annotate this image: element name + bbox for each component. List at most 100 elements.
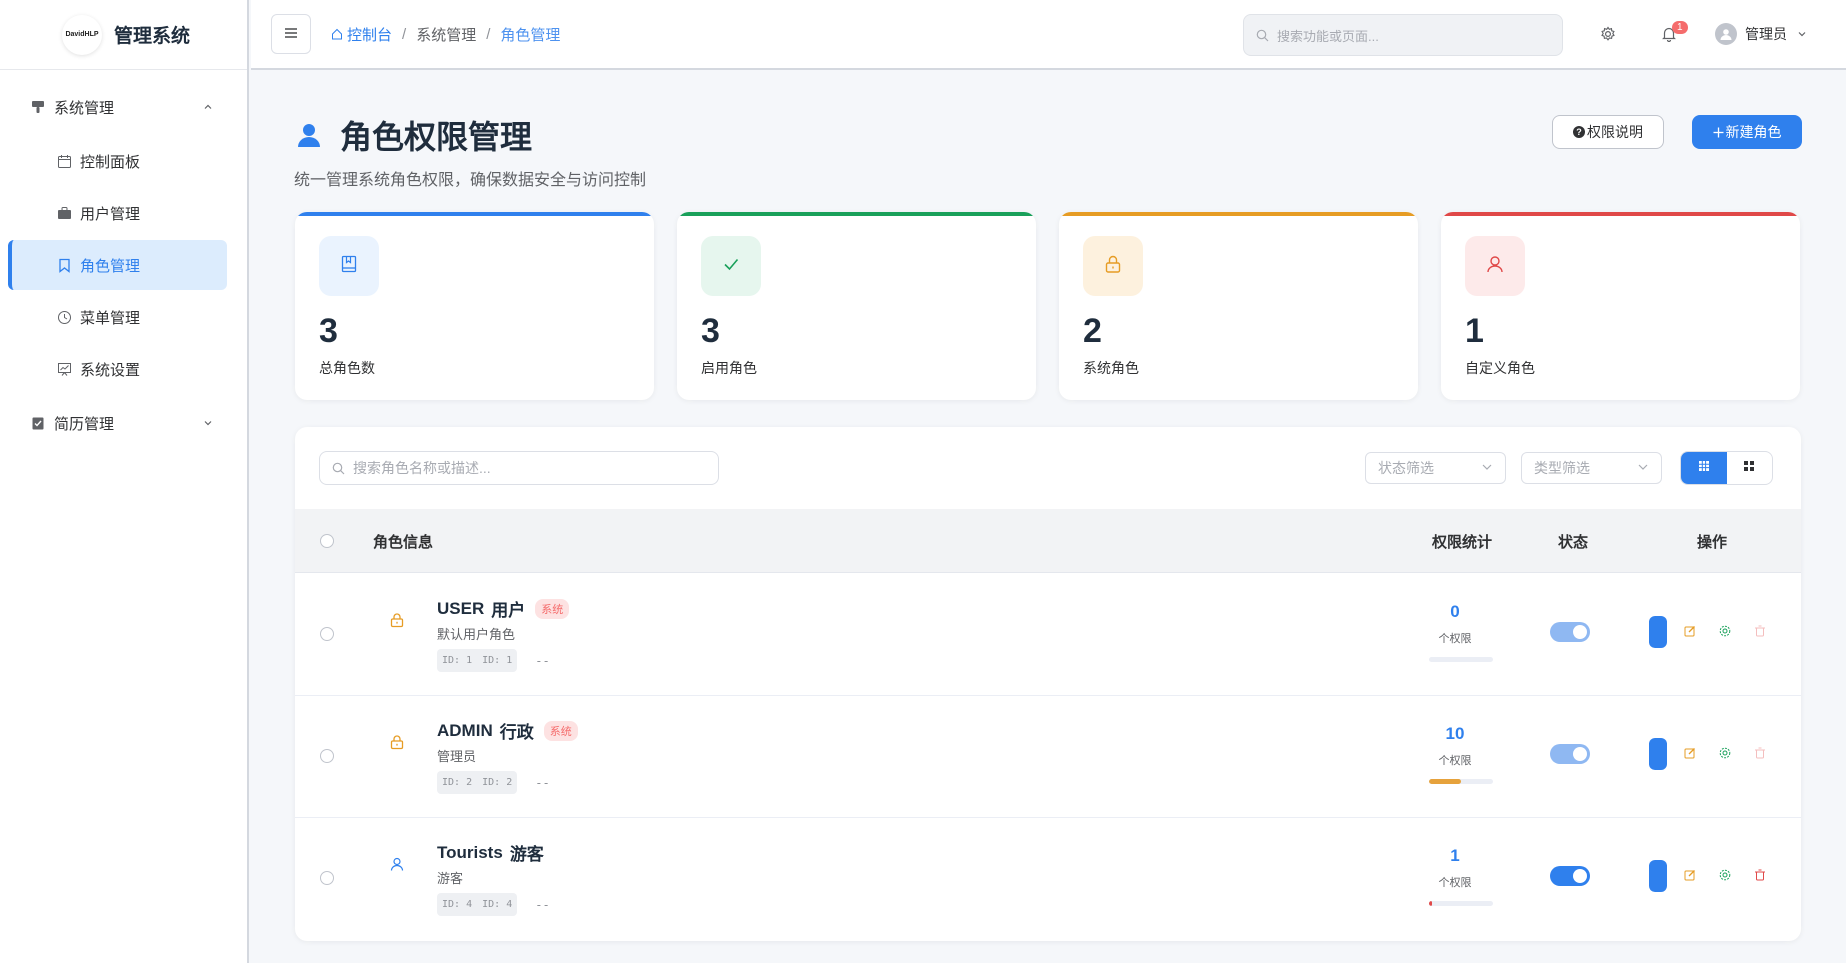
row-select-radio[interactable] xyxy=(320,627,334,641)
role-ids: ID: 1 ID: 1 -- xyxy=(437,649,550,672)
role-ids: ID: 4 ID: 4 -- xyxy=(437,893,550,916)
role-description: 游客 xyxy=(437,871,464,886)
permission-unit: 个权限 xyxy=(1438,877,1472,889)
sidebar-item-settings[interactable]: 系统设置 xyxy=(8,344,227,394)
breadcrumb-system[interactable]: 系统管理 xyxy=(416,24,476,45)
logo: DavidHLP xyxy=(62,14,102,55)
role-id: ID: 2 xyxy=(442,777,473,788)
sidebar-item-roles[interactable]: 角色管理 xyxy=(8,240,227,290)
role-description: 默认用户角色 xyxy=(437,627,516,642)
id-box: ID: 2 ID: 2 xyxy=(437,771,518,794)
permission-settings-button[interactable] xyxy=(1719,624,1731,642)
gear-icon xyxy=(1600,26,1616,46)
stat-accent-bar xyxy=(1441,212,1800,216)
sidebar-item-users[interactable]: 用户管理 xyxy=(8,188,227,238)
stat-card-system: 2 系统角色 xyxy=(1059,212,1418,400)
hamburger-icon xyxy=(285,25,297,43)
notification-badge: 1 xyxy=(1672,21,1688,34)
view-button[interactable] xyxy=(1649,616,1667,648)
permission-count: 1 xyxy=(1450,846,1460,865)
stat-label: 总角色数 xyxy=(319,360,375,376)
global-search-input[interactable]: 搜索功能或页面... xyxy=(1243,14,1563,56)
briefcase-icon xyxy=(56,205,72,221)
stat-card-enabled: 3 启用角色 xyxy=(677,212,1036,400)
app-title: 管理系统 xyxy=(114,26,191,47)
breadcrumb-separator: / xyxy=(486,25,491,43)
card-view-button[interactable] xyxy=(1727,452,1773,484)
sidebar-item-label: 菜单管理 xyxy=(80,309,141,327)
gear-icon xyxy=(1719,746,1731,764)
edit-button[interactable] xyxy=(1684,746,1696,764)
permission-progress xyxy=(1429,657,1493,662)
menu-group-system[interactable]: 系统管理 xyxy=(0,80,247,134)
calendar-icon xyxy=(56,153,72,169)
type-filter-select[interactable]: 类型筛选 xyxy=(1521,452,1662,484)
select-placeholder: 类型筛选 xyxy=(1534,460,1590,476)
role-id: ID: 4 xyxy=(442,899,473,910)
edit-icon xyxy=(1684,868,1696,886)
svg-text:?: ? xyxy=(1576,127,1582,137)
row-select-radio[interactable] xyxy=(320,749,334,763)
delete-button[interactable] xyxy=(1754,746,1766,764)
status-filter-select[interactable]: 状态筛选 xyxy=(1365,452,1506,484)
trash-icon xyxy=(1754,746,1766,764)
lock-icon xyxy=(389,734,405,750)
status-toggle[interactable] xyxy=(1550,866,1590,886)
view-button[interactable] xyxy=(1649,860,1667,892)
stat-label: 启用角色 xyxy=(701,360,757,376)
permission-settings-button[interactable] xyxy=(1719,746,1731,764)
delete-button[interactable] xyxy=(1754,624,1766,642)
status-toggle[interactable] xyxy=(1550,744,1590,764)
sidebar-item-label: 用户管理 xyxy=(80,205,141,223)
id-box: ID: 1 ID: 1 xyxy=(437,649,518,672)
user-menu[interactable]: 管理员 xyxy=(1715,23,1807,45)
breadcrumb-home[interactable]: 控制台 xyxy=(331,24,392,45)
status-toggle[interactable] xyxy=(1550,622,1590,642)
select-all-radio[interactable] xyxy=(320,534,334,548)
stat-accent-bar xyxy=(677,212,1036,216)
breadcrumb-label: 控制台 xyxy=(347,26,393,44)
row-select-radio[interactable] xyxy=(320,871,334,885)
role-search-input[interactable]: 搜索角色名称或描述... xyxy=(319,451,719,485)
check-icon xyxy=(721,254,741,279)
edit-icon xyxy=(1684,746,1696,764)
edit-button[interactable] xyxy=(1684,624,1696,642)
question-icon: ? xyxy=(1573,126,1585,138)
chevron-down-icon xyxy=(1637,460,1649,476)
sidebar-menu: 系统管理 控制面板 用户管理 角色管理 菜单管理 系统设置 简历管理 xyxy=(0,70,247,450)
notifications-button[interactable]: 1 xyxy=(1661,21,1688,47)
trash-icon xyxy=(1754,868,1766,886)
role-display-name: 行政 xyxy=(499,723,534,742)
view-button[interactable] xyxy=(1649,738,1667,770)
bookmark-icon xyxy=(56,257,72,273)
chevron-down-icon xyxy=(1797,29,1807,39)
role-extra: -- xyxy=(535,897,550,912)
permission-settings-button[interactable] xyxy=(1719,868,1731,886)
menu-toggle-button[interactable] xyxy=(271,14,311,54)
new-role-button[interactable]: 新建角色 xyxy=(1692,115,1802,149)
edit-button[interactable] xyxy=(1684,868,1696,886)
col-role-info: 角色信息 xyxy=(373,534,434,551)
page-subtitle: 统一管理系统角色权限，确保数据安全与访问控制 xyxy=(294,172,647,189)
stat-icon-box xyxy=(1465,236,1525,296)
permission-unit: 个权限 xyxy=(1438,633,1472,645)
stat-label: 系统角色 xyxy=(1083,360,1139,376)
chevron-down-icon xyxy=(203,415,213,432)
table-view-button[interactable] xyxy=(1681,452,1727,484)
gear-icon xyxy=(1719,624,1731,642)
col-permissions: 权限统计 xyxy=(1432,534,1493,551)
table-row: ADMIN 行政 系统 管理员 ID: 2 ID: 2 -- 10 个权限 xyxy=(295,696,1801,818)
system-tag: 系统 xyxy=(543,720,578,741)
settings-button[interactable] xyxy=(1600,26,1616,47)
role-description: 管理员 xyxy=(437,749,477,764)
search-placeholder: 搜索角色名称或描述... xyxy=(353,460,491,476)
sidebar-item-dashboard[interactable]: 控制面板 xyxy=(8,136,227,186)
sidebar-item-menus[interactable]: 菜单管理 xyxy=(8,292,227,342)
delete-button[interactable] xyxy=(1754,868,1766,886)
menu-group-resume[interactable]: 简历管理 xyxy=(0,396,247,450)
permission-count: 0 xyxy=(1450,602,1460,621)
role-id: ID: 4 xyxy=(482,899,513,910)
role-name: USER 用户 系统 xyxy=(437,596,570,621)
role-code: ADMIN xyxy=(437,720,493,740)
permission-help-button[interactable]: ? 权限说明 xyxy=(1552,115,1664,149)
